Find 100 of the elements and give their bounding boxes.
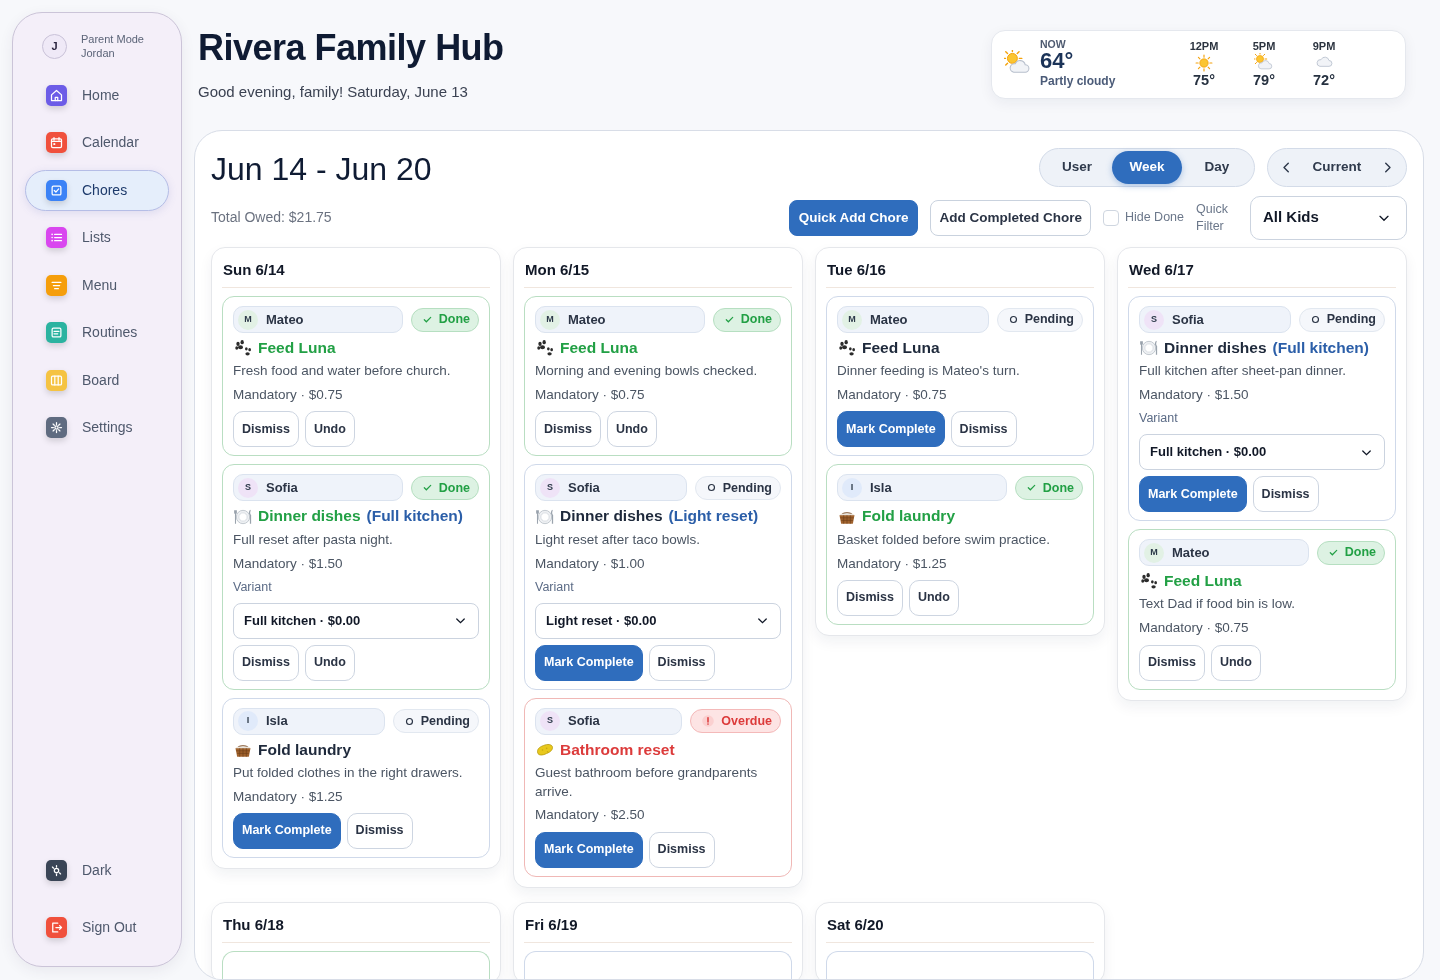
chore-reward: Mandatory · $1.50 — [233, 554, 344, 573]
chore-reward: Mandatory · $1.25 — [233, 787, 344, 806]
total-owed: Total Owed: $21.75 — [211, 207, 333, 227]
status-badge: Pending — [996, 307, 1083, 332]
hour-label: 12PM — [1189, 39, 1219, 54]
mark-complete-button[interactable]: Mark Complete — [233, 812, 341, 849]
nav-item[interactable]: Menu — [25, 264, 169, 306]
day-heading: Fri 6/19 — [524, 912, 792, 944]
nav-item[interactable]: Lists — [25, 217, 169, 259]
avatar: M — [238, 309, 258, 330]
kid-filter-select[interactable]: All Kids — [1250, 195, 1407, 240]
action-button[interactable]: Dismiss — [837, 579, 903, 616]
view-tab[interactable]: User — [1042, 150, 1112, 184]
chore-reward: Mandatory · $2.50 — [535, 806, 646, 825]
current-temperature: 64° — [1040, 50, 1075, 73]
action-button[interactable]: Undo — [304, 644, 355, 681]
variant-select[interactable]: Full kitchen · $0.00 — [233, 602, 479, 639]
chore-title: Feed Luna — [862, 338, 940, 359]
alert-icon — [701, 714, 716, 728]
check-icon — [1327, 547, 1339, 559]
quick-add-button[interactable]: Quick Add Chore — [788, 199, 919, 236]
view-tab[interactable]: Week — [1112, 150, 1182, 184]
action-button[interactable]: Dismiss — [233, 411, 299, 448]
nav-item[interactable]: Settings — [25, 407, 169, 449]
variant-tag: (Full kitchen) — [366, 506, 463, 527]
variant-label: Variant — [233, 578, 273, 596]
nav-item[interactable]: Sign Out — [25, 907, 169, 948]
action-button[interactable]: Dismiss — [233, 644, 299, 681]
chore-reward: Mandatory · $0.75 — [233, 386, 344, 405]
action-button[interactable]: Dismiss — [648, 831, 715, 868]
now-label: NOW — [1040, 38, 1067, 51]
action-button[interactable]: Undo — [304, 411, 355, 448]
weather-description: Partly cloudy — [1040, 73, 1116, 91]
action-button[interactable]: Dismiss — [1139, 644, 1205, 681]
chore-reward: Mandatory · $0.75 — [1139, 619, 1250, 638]
nav-item[interactable]: Dark — [25, 850, 169, 891]
action-button[interactable]: Undo — [1210, 644, 1261, 681]
chore-description: Fresh food and water before church. — [233, 362, 452, 381]
current-button[interactable]: Current — [1310, 155, 1364, 180]
chore-title: Fold laundry — [862, 506, 955, 527]
action-button[interactable]: Dismiss — [346, 812, 413, 849]
day-heading: Mon 6/15 — [524, 257, 792, 289]
nav-item[interactable]: Board — [25, 359, 169, 401]
action-button[interactable]: Undo — [606, 411, 657, 448]
action-button[interactable]: Dismiss — [950, 411, 1017, 448]
avatar: I — [238, 711, 258, 731]
check-icon — [1025, 482, 1037, 494]
week-range: Jun 14 - Jun 20 — [211, 149, 432, 187]
chore-reward: Mandatory · $0.75 — [837, 386, 948, 405]
hour-temperature: 72° — [1313, 73, 1335, 90]
person-name: Isla — [870, 479, 892, 498]
circle-icon — [403, 715, 415, 727]
greeting-text: Good evening, family! Saturday, June 13 — [198, 82, 469, 103]
sun-icon — [1194, 53, 1214, 74]
chore-description: Morning and evening bowls checked. — [535, 362, 759, 381]
chore-title: Feed Luna — [258, 338, 336, 359]
chore-description: Light reset after taco bowls. — [535, 530, 702, 549]
mark-complete-button[interactable]: Mark Complete — [837, 411, 945, 448]
nav-item[interactable]: Home — [25, 74, 169, 116]
avatar: M — [842, 309, 862, 330]
action-button[interactable]: Dismiss — [535, 411, 601, 448]
day-heading: Wed 6/17 — [1128, 257, 1396, 289]
chore-title: Feed Luna — [560, 338, 638, 359]
check-icon — [421, 314, 433, 326]
mark-complete-button[interactable]: Mark Complete — [535, 831, 643, 868]
status-badge: Done — [712, 307, 781, 332]
nav-item[interactable]: Calendar — [25, 122, 169, 164]
circle-icon — [705, 482, 717, 494]
add-completed-button[interactable]: Add Completed Chore — [930, 199, 1091, 236]
avatar: S — [540, 477, 560, 498]
chore-reward: Mandatory · $0.75 — [535, 386, 646, 405]
person-name: Sofia — [1172, 310, 1204, 329]
action-button[interactable]: Undo — [908, 579, 959, 616]
hide-done-checkbox[interactable] — [1102, 209, 1119, 226]
action-button[interactable]: Dismiss — [1252, 476, 1319, 513]
variant-select[interactable]: Light reset · $0.00 — [535, 602, 781, 639]
chore-description: Basket folded before swim practice. — [837, 530, 1052, 549]
hour-label: 5PM — [1252, 39, 1276, 54]
view-tab[interactable]: Day — [1182, 150, 1252, 184]
variant-label: Variant — [1139, 410, 1179, 428]
circle-icon — [1007, 314, 1019, 326]
status-badge: Pending — [694, 475, 781, 500]
variant-tag: (Full kitchen) — [1272, 338, 1369, 359]
nav-item[interactable]: Routines — [25, 312, 169, 354]
status-badge: Done — [1316, 540, 1385, 565]
mark-complete-button[interactable]: Mark Complete — [1139, 476, 1247, 513]
chore-title: Dinner dishes — [560, 506, 663, 527]
mark-complete-button[interactable]: Mark Complete — [535, 644, 643, 681]
person-name: Sofia — [266, 479, 298, 498]
check-icon — [421, 482, 433, 494]
checkbox-label: Hide Done — [1124, 209, 1184, 227]
variant-select[interactable]: Full kitchen · $0.00 — [1139, 434, 1385, 471]
chore-reward: Mandatory · $1.25 — [837, 554, 948, 573]
chore-title: Dinner dishes — [258, 506, 361, 527]
hour-label: 9PM — [1312, 39, 1336, 54]
action-button[interactable]: Dismiss — [648, 644, 715, 681]
nav-item[interactable]: Chores — [25, 169, 169, 211]
avatar: S — [540, 711, 560, 731]
chore-reward: Mandatory · $1.50 — [1139, 386, 1250, 405]
avatar: J — [42, 33, 67, 59]
